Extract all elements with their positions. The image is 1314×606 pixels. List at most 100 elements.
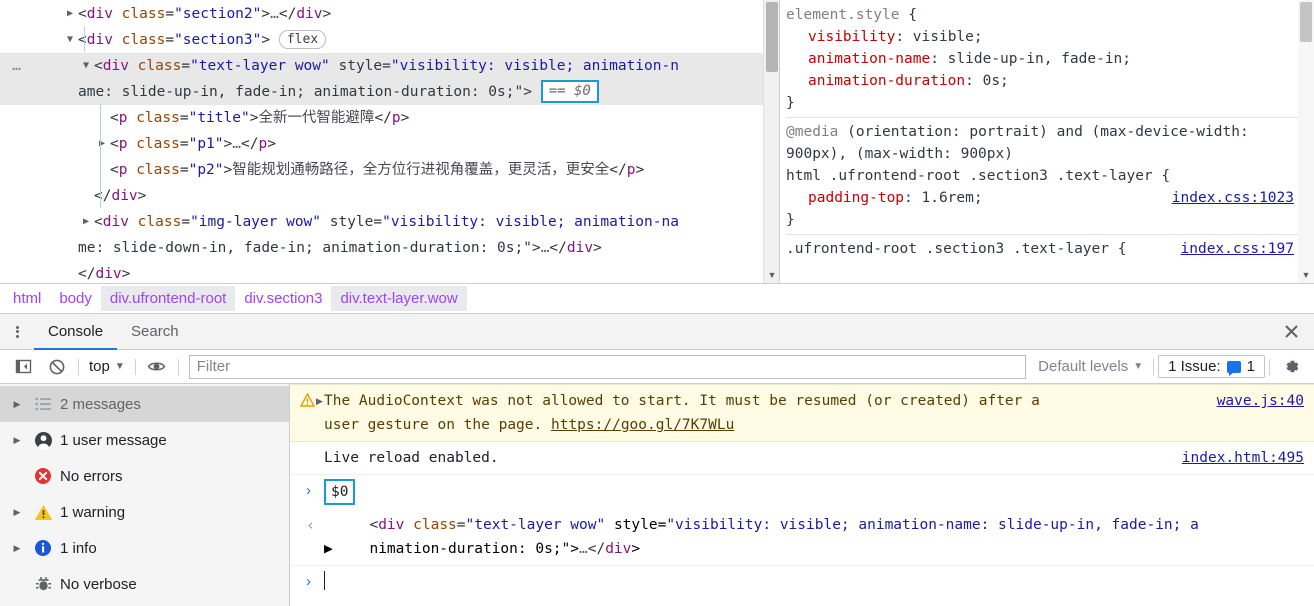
sidebar-toggle-icon[interactable] [6,354,40,380]
console-input[interactable]: $0 [324,479,356,505]
warning-inline-link[interactable]: https://goo.gl/7K7WLu [551,417,734,433]
console-sidebar-item-5[interactable]: No verbose [0,566,289,602]
styles-panel[interactable]: element.style {visibility: visible; anima… [780,0,1314,283]
expand-icon[interactable]: ▶ [8,399,26,410]
warning-icon [26,504,60,521]
info-source-link[interactable]: index.html:495 [1182,446,1304,470]
expand-result-icon[interactable]: ▶ [324,541,333,557]
expand-warning-icon[interactable]: ▶ [316,389,323,413]
more-tools-icon[interactable] [0,314,34,349]
breadcrumb[interactable]: html body div.ufrontend-root div.section3 di… [0,283,1314,313]
dom-node-row[interactable]: ▶ <p class="p1">…</p> [0,131,763,157]
console-sidebar-item-2[interactable]: No errors [0,458,289,494]
execution-context-selector[interactable]: top ▼ [83,358,131,375]
dom-node-toggle-icon[interactable]: ▼ [80,53,92,79]
console-body: ▶ 2 messages ▶ 1 user message No errors ▶ 1 wa… [0,384,1314,606]
dom-tree[interactable]: ▶ <div class="section2">…</div> ▼ <div clas… [0,0,763,283]
style-rule[interactable]: index.css:197 .ufrontend-root .section3 .… [786,238,1298,263]
style-source-link[interactable]: index.css:1023 [1172,187,1294,209]
style-selector[interactable]: element.style { [786,4,1298,26]
dom-node-row[interactable]: </div> [0,261,763,283]
expand-icon[interactable]: ▶ [8,507,26,518]
dom-node-toggle-icon[interactable]: ▶ [96,131,108,157]
drawer-tab-bar: Console Search [0,314,1314,350]
console-message-info[interactable]: index.html:495 Live reload enabled. [290,442,1314,475]
console-sidebar-item-3[interactable]: ▶ 1 warning [0,494,289,530]
list-icon [26,397,60,411]
dom-node-row[interactable]: </div> [0,183,763,209]
breadcrumb-item-2[interactable]: div.ufrontend-root [100,286,236,311]
styles-scrollbar[interactable]: ▼ [1298,0,1314,283]
dom-tree-scrollbar-thumb[interactable] [766,2,778,72]
return-arrow-icon: ‹ [306,516,316,534]
breadcrumb-item-4[interactable]: div.text-layer.wow [331,286,467,311]
tab-console-label: Console [48,323,104,340]
console-sidebar-label: 1 warning [60,503,126,521]
toolbar-divider-4 [1153,358,1155,375]
console-filter-input[interactable]: Filter [188,354,1027,379]
console-sidebar-label: No errors [60,467,123,485]
style-declaration[interactable]: visibility: visible; [786,26,1298,48]
style-rule[interactable]: index.css:1023 @media (orientation: portr… [786,121,1298,235]
style-rule[interactable]: element.style {visibility: visible; anima… [786,4,1298,118]
prompt-arrow-icon: › [306,482,311,499]
devtools-window: ▶ <div class="section2">…</div> ▼ <div clas… [0,0,1314,606]
dom-node-toggle-icon[interactable]: ▶ [64,1,76,27]
toolbar-divider [78,358,79,375]
console-result-row[interactable]: ‹ ▶ <div class="text-layer wow" style="v… [290,509,1314,566]
console-toolbar: top ▼ Filter Default levels ▼ 1 Issue: 1 [0,350,1314,384]
dom-node-row[interactable]: <p class="p2">智能规划通畅路径，全方位行进视角覆盖，更灵活，更安全… [0,157,763,183]
console-message-warning[interactable]: ▶ wave.js:40 The AudioContext was not al… [290,384,1314,442]
breadcrumb-item-3[interactable]: div.section3 [235,286,331,311]
dom-tree-scrollbar[interactable]: ▼ [763,0,779,283]
chevron-down-icon: ▼ [114,361,125,372]
dom-tree-panel[interactable]: ▶ <div class="section2">…</div> ▼ <div clas… [0,0,780,283]
style-declaration[interactable]: animation-name: slide-up-in, fade-in; [786,48,1298,70]
issues-badge[interactable]: 1 Issue: 1 [1158,355,1265,378]
styles-scrollbar-thumb[interactable] [1300,2,1312,42]
media-query-header: @media (orientation: portrait) and (max-… [786,124,1249,162]
dom-node-toggle-icon[interactable]: ▶ [80,209,92,235]
warning-text-line2: user gesture on the page. [324,417,551,433]
gear-icon[interactable] [1274,354,1308,380]
dom-node-row[interactable]: <p class="title">全新一代智能避障</p> [0,105,763,131]
console-sidebar-item-1[interactable]: ▶ 1 user message [0,422,289,458]
info-icon [26,539,60,557]
dom-node-row[interactable]: ▶ <div class="img-layer wow" style="visib… [0,209,763,261]
style-selector[interactable]: html .ufrontend-root .section3 .text-lay… [786,165,1298,187]
dom-node-toggle-icon[interactable]: ▼ [64,27,76,53]
scroll-down-arrow-icon[interactable]: ▼ [764,267,779,283]
issues-count: 1 [1246,358,1255,375]
tab-search[interactable]: Search [117,314,193,349]
flex-badge[interactable]: flex [278,30,327,49]
expand-icon[interactable]: ▶ [8,543,26,554]
close-drawer-icon[interactable] [1268,314,1314,349]
warning-source-link[interactable]: wave.js:40 [1217,389,1304,413]
console-input-row[interactable]: › $0 [290,475,1314,509]
dom-node-row[interactable]: ▶ <div class="section2">…</div> [0,1,763,27]
styles-scroll-down-arrow-icon[interactable]: ▼ [1298,267,1314,283]
expand-icon[interactable]: ▶ [8,435,26,446]
console-new-prompt-row[interactable]: › [290,566,1314,598]
dom-node-row[interactable]: ▼ <div class="section3"> flex [0,27,763,53]
dom-guide-line-2 [100,104,101,208]
style-rule-close: } [786,212,795,228]
live-expression-icon[interactable] [140,354,174,380]
clear-console-icon[interactable] [40,354,74,380]
warning-icon [299,391,316,415]
log-levels-selector[interactable]: Default levels ▼ [1032,358,1149,375]
console-sidebar[interactable]: ▶ 2 messages ▶ 1 user message No errors ▶ 1 wa… [0,384,290,606]
breadcrumb-item-0[interactable]: html [4,286,50,311]
issues-message-icon [1226,360,1241,376]
console-drawer: Console Search top ▼ Filter Default leve… [0,314,1314,606]
console-sidebar-item-0[interactable]: ▶ 2 messages [0,386,289,422]
style-declaration[interactable]: animation-duration: 0s; [786,70,1298,92]
tab-console[interactable]: Console [34,314,118,350]
dom-node-row[interactable]: … ▼ <div class="text-layer wow" style="vis… [0,53,763,105]
console-message-list[interactable]: ▶ wave.js:40 The AudioContext was not al… [290,384,1314,606]
styles-rules-list[interactable]: element.style {visibility: visible; anima… [780,0,1298,283]
breadcrumb-item-1[interactable]: body [50,286,101,311]
style-source-link[interactable]: index.css:197 [1181,238,1295,260]
console-sidebar-item-4[interactable]: ▶ 1 info [0,530,289,566]
dom-node-ellipsis-button[interactable]: … [6,53,28,79]
